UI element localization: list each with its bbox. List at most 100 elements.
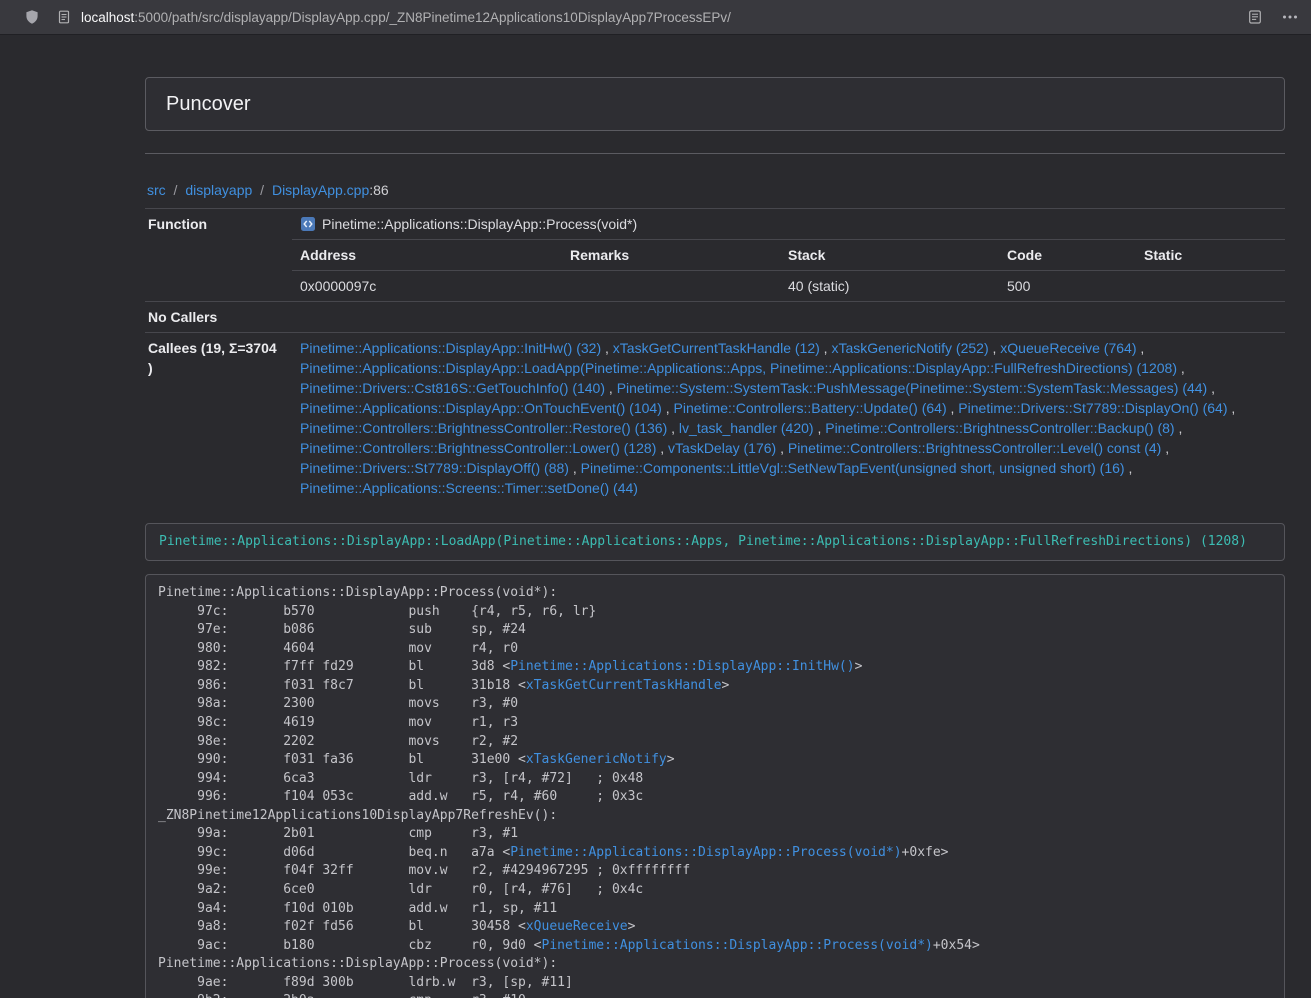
app-header-panel: Puncover [145,77,1285,131]
code-line: 9a8: f02f fd56 bl 30458 <xQueueReceive> [158,918,1272,937]
callee-separator: , [656,440,668,456]
url-bar[interactable]: localhost:5000/path/src/displayapp/Displ… [56,9,1247,25]
callee-separator: , [1175,420,1183,436]
breadcrumb-item[interactable]: DisplayApp.cpp [272,182,369,198]
callee-link[interactable]: Pinetime::Controllers::Battery::Update()… [674,400,947,416]
code-line: Pinetime::Applications::DisplayApp::Proc… [158,955,1272,974]
callee-separator: , [989,340,1001,356]
code-line: 9ae: f89d 300b ldrb.w r3, [sp, #11] [158,974,1272,993]
breadcrumb-separator: / [252,182,272,198]
function-name: Pinetime::Applications::DisplayApp::Proc… [322,216,637,232]
callee-separator: , [814,420,826,436]
callee-separator: , [605,380,617,396]
code-symbol-link[interactable]: Pinetime::Applications::DisplayApp::Proc… [542,938,933,953]
code-line: 980: 4604 mov r4, r0 [158,640,1272,659]
callee-link[interactable]: Pinetime::Applications::DisplayApp::Init… [300,340,601,356]
address-table-row: AddressRemarksStackCodeStatic 0x0000097c… [145,239,1285,302]
code-line: 982: f7ff fd29 bl 3d8 <Pinetime::Applica… [158,658,1272,677]
function-type-icon [300,216,316,232]
callees-list: Pinetime::Applications::DisplayApp::Init… [292,333,1285,504]
breadcrumb-separator: / [166,182,186,198]
callee-separator: , [1177,360,1185,376]
callee-link[interactable]: Pinetime::Components::LittleVgl::SetNewT… [581,460,1125,476]
address-cell [1136,271,1285,302]
callee-link[interactable]: Pinetime::Controllers::BrightnessControl… [825,420,1174,436]
url-host: localhost [81,10,134,25]
column-header: Address [292,240,562,271]
address-header-row: AddressRemarksStackCodeStatic [292,240,1285,271]
callee-link[interactable]: lv_task_handler (420) [679,420,814,436]
callee-link[interactable]: xQueueReceive (764) [1000,340,1136,356]
code-symbol-link[interactable]: xTaskGenericNotify [526,752,667,767]
callee-separator: , [667,420,679,436]
callee-separator: , [1228,400,1236,416]
callers-row: No Callers [145,302,1285,333]
divider [145,153,1285,154]
callee-separator: , [601,340,613,356]
address-cell [562,271,780,302]
breadcrumb-item[interactable]: displayapp [185,182,252,198]
no-callers-label: No Callers [145,302,292,333]
code-line: _ZN8Pinetime12Applications10DisplayApp7R… [158,807,1272,826]
callee-separator: , [1125,460,1133,476]
callee-separator: , [776,440,788,456]
column-header: Stack [780,240,999,271]
column-header: Static [1136,240,1285,271]
code-line: 9b2: 2b0a cmp r3, #10 [158,992,1272,998]
address-row: 0x0000097c40 (static)500 [292,271,1285,302]
symbol-link[interactable]: Pinetime::Applications::DisplayApp::Load… [159,534,1247,549]
callee-link[interactable]: xTaskGenericNotify (252) [831,340,988,356]
callee-link[interactable]: Pinetime::Applications::DisplayApp::OnTo… [300,400,662,416]
callee-link[interactable]: xTaskGetCurrentTaskHandle (12) [613,340,820,356]
column-header: Remarks [562,240,780,271]
callee-link[interactable]: Pinetime::Controllers::BrightnessControl… [788,440,1161,456]
overflow-menu-icon[interactable] [1281,9,1299,25]
code-line: 986: f031 f8c7 bl 31b18 <xTaskGetCurrent… [158,677,1272,696]
callee-link[interactable]: Pinetime::Applications::Screens::Timer::… [300,480,638,496]
page-info-icon[interactable] [56,9,72,25]
callee-link[interactable]: Pinetime::Drivers::St7789::DisplayOff() … [300,460,569,476]
callee-link[interactable]: Pinetime::System::SystemTask::PushMessag… [617,380,1208,396]
shield-icon[interactable] [24,9,40,25]
function-row: Function Pinetime::Applications::Display… [145,209,1285,240]
callee-link[interactable]: Pinetime::Controllers::BrightnessControl… [300,420,667,436]
code-symbol-link[interactable]: xTaskGetCurrentTaskHandle [526,678,722,693]
reader-view-icon[interactable] [1247,9,1263,25]
callee-link[interactable]: Pinetime::Drivers::St7789::DisplayOn() (… [958,400,1227,416]
code-line: 98a: 2300 movs r3, #0 [158,695,1272,714]
callee-separator: , [820,340,832,356]
callee-separator: , [1161,440,1169,456]
code-line: 99c: d06d beq.n a7a <Pinetime::Applicati… [158,844,1272,863]
callee-separator: , [662,400,674,416]
breadcrumb-item[interactable]: src [147,182,166,198]
callee-separator: , [1136,340,1144,356]
code-line: 98e: 2202 movs r2, #2 [158,733,1272,752]
breadcrumb: src / displayapp / DisplayApp.cpp:86 [145,174,1285,206]
code-line: 9ac: b180 cbz r0, 9d0 <Pinetime::Applica… [158,937,1272,956]
code-symbol-link[interactable]: xQueueReceive [526,919,628,934]
code-symbol-link[interactable]: Pinetime::Applications::DisplayApp::Proc… [510,845,901,860]
function-row-label: Function [145,209,292,240]
url-path: :5000/path/src/displayapp/DisplayApp.cpp… [134,10,731,25]
address-table: AddressRemarksStackCodeStatic 0x0000097c… [292,239,1285,301]
callee-link[interactable]: vTaskDelay (176) [668,440,776,456]
column-header: Code [999,240,1136,271]
callee-link[interactable]: Pinetime::Drivers::Cst816S::GetTouchInfo… [300,380,605,396]
disassembly-block: Pinetime::Applications::DisplayApp::Proc… [145,574,1285,998]
callee-separator: , [569,460,581,476]
code-line: Pinetime::Applications::DisplayApp::Proc… [158,584,1272,603]
selected-symbol-banner: Pinetime::Applications::DisplayApp::Load… [145,523,1285,561]
code-line: 99e: f04f 32ff mov.w r2, #4294967295 ; 0… [158,862,1272,881]
browser-toolbar: localhost:5000/path/src/displayapp/Displ… [0,0,1311,35]
address-cell: 500 [999,271,1136,302]
code-symbol-link[interactable]: Pinetime::Applications::DisplayApp::Init… [510,659,854,674]
code-line: 9a2: 6ce0 ldr r0, [r4, #76] ; 0x4c [158,881,1272,900]
callee-link[interactable]: Pinetime::Controllers::BrightnessControl… [300,440,656,456]
code-line: 990: f031 fa36 bl 31e00 <xTaskGenericNot… [158,751,1272,770]
code-line: 97c: b570 push {r4, r5, r6, lr} [158,603,1272,622]
code-line: 996: f104 053c add.w r5, r4, #60 ; 0x3c [158,788,1272,807]
code-line: 9a4: f10d 010b add.w r1, sp, #11 [158,900,1272,919]
address-cell: 40 (static) [780,271,999,302]
code-line: 97e: b086 sub sp, #24 [158,621,1272,640]
callee-link[interactable]: Pinetime::Applications::DisplayApp::Load… [300,360,1177,376]
